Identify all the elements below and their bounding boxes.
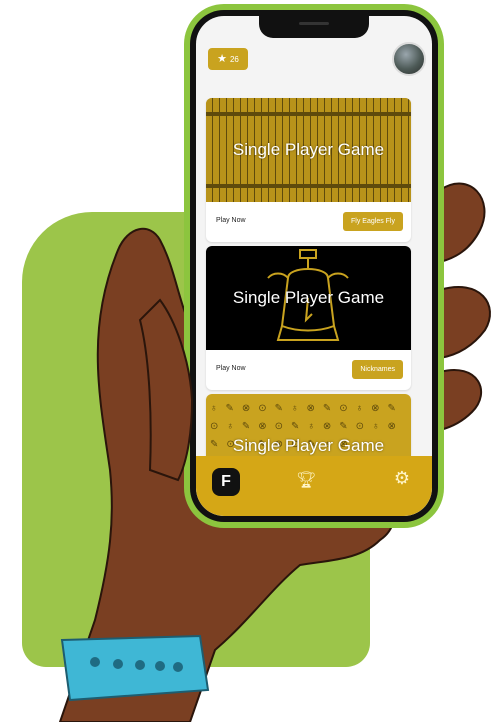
card-footer: Play Now Fly Eagles Fly (206, 202, 411, 242)
card-title: Single Player Game (232, 288, 385, 307)
card-title: Single Player Game (232, 140, 385, 159)
card-image-bell: Single Player Game (206, 246, 411, 350)
phone-body: ★ 26 Single Player Game Play Now Fly Eag… (190, 10, 438, 522)
field-band (206, 184, 411, 188)
phone-screen: ★ 26 Single Player Game Play Now Fly Eag… (196, 16, 432, 516)
play-now-label[interactable]: Play Now (216, 365, 246, 372)
field-band (206, 112, 411, 116)
card-title: Single Player Game (232, 436, 385, 455)
bottom-navigation: F 🏆︎ ⚙ (196, 456, 432, 516)
card-image-field: Single Player Game (206, 98, 411, 202)
star-icon: ★ (217, 52, 227, 65)
card-footer: Play Now Nicknames (206, 350, 411, 390)
play-now-label[interactable]: Play Now (216, 217, 246, 224)
tag-button[interactable]: Nicknames (352, 360, 403, 379)
home-icon[interactable]: F (212, 468, 240, 496)
score-badge[interactable]: ★ 26 (208, 48, 248, 70)
tag-button[interactable]: Fly Eagles Fly (343, 212, 403, 231)
gear-icon[interactable]: ⚙ (394, 468, 410, 489)
phone-frame: ★ 26 Single Player Game Play Now Fly Eag… (184, 4, 444, 528)
game-card[interactable]: Single Player Game Play Now Fly Eagles F… (206, 98, 411, 242)
notch (259, 16, 369, 38)
avatar[interactable] (392, 42, 426, 76)
game-card[interactable]: Single Player Game Play Now Nicknames (206, 246, 411, 390)
score-value: 26 (229, 54, 239, 64)
top-bar: ★ 26 (196, 42, 432, 82)
speaker (299, 22, 329, 25)
trophy-icon[interactable]: 🏆︎ (296, 470, 316, 490)
